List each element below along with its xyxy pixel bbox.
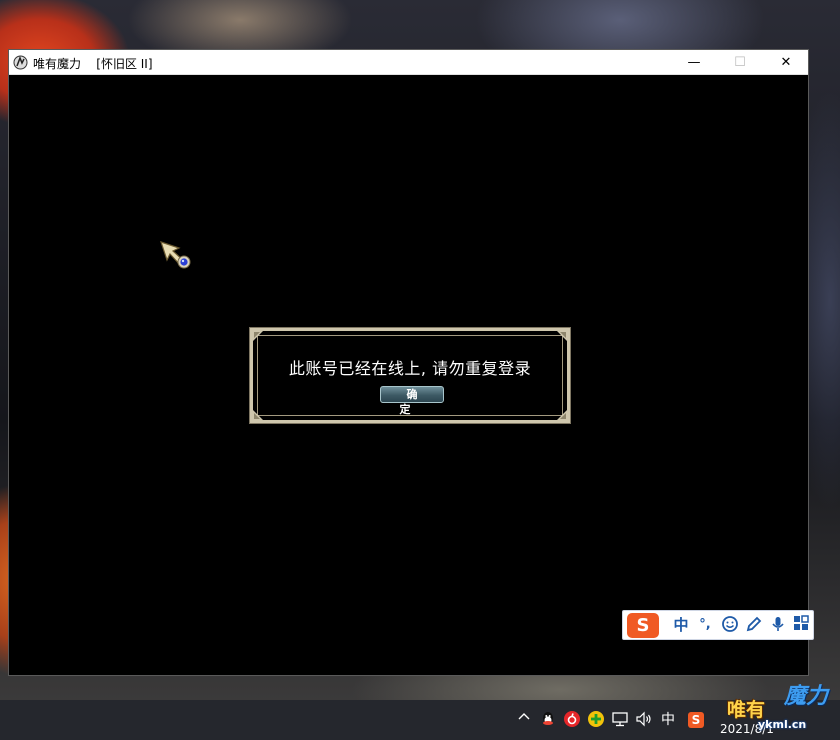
volume-icon[interactable] — [634, 710, 654, 730]
close-button[interactable]: ✕ — [763, 50, 809, 74]
watermark-text-right: 魔力 — [784, 684, 829, 709]
sogou-tray-icon[interactable]: S — [686, 710, 706, 730]
maximize-icon: ☐ — [734, 54, 746, 70]
confirm-button[interactable]: 确定 — [380, 386, 444, 416]
microphone-icon[interactable] — [768, 615, 788, 635]
title-bar[interactable]: 唯有魔力 [怀旧区 II] — ☐ ✕ — [9, 50, 808, 75]
sogou-logo-icon[interactable]: S — [627, 613, 659, 638]
corner-ornament-icon — [252, 409, 264, 421]
emoji-icon[interactable] — [720, 615, 740, 635]
maximize-button[interactable]: ☐ — [717, 50, 763, 74]
pen-icon[interactable] — [744, 615, 764, 635]
corner-ornament-icon — [252, 330, 264, 342]
chevron-up-icon[interactable] — [515, 710, 533, 730]
watermark-url: ykml.cn — [758, 718, 807, 731]
minimize-icon: — — [687, 54, 701, 70]
netease-music-icon[interactable] — [562, 710, 582, 730]
watermark-logo: 唯有 魔力 ykml.cn — [712, 660, 840, 736]
punctuation-toggle[interactable]: °, — [695, 615, 715, 635]
corner-ornament-icon — [556, 330, 568, 342]
game-canvas[interactable]: 此账号已经在线上, 请勿重复登录 确定 — [9, 75, 808, 675]
close-icon: ✕ — [780, 54, 792, 70]
ime-indicator[interactable]: 中 — [659, 710, 677, 730]
login-error-dialog: 此账号已经在线上, 请勿重复登录 确定 — [249, 327, 571, 424]
network-icon[interactable] — [610, 710, 630, 730]
grid-icon[interactable] — [791, 615, 811, 635]
minimize-button[interactable]: — — [671, 50, 717, 74]
window-title: 唯有魔力 [怀旧区 II] — [33, 57, 153, 71]
game-window: 唯有魔力 [怀旧区 II] — ☐ ✕ 此账号已经在线上, 请勿重复登录 确定 — [8, 49, 809, 676]
corner-ornament-icon — [556, 409, 568, 421]
qq-icon[interactable] — [538, 710, 558, 730]
dialog-message: 此账号已经在线上, 请勿重复登录 — [288, 359, 532, 378]
add-icon[interactable] — [586, 710, 606, 730]
ime-toolbar: S 中 °, — [622, 610, 814, 640]
game-cursor-icon — [160, 241, 191, 269]
sogou-tray-glyph: S — [688, 712, 704, 728]
app-icon — [13, 55, 28, 70]
ime-mode-toggle[interactable]: 中 — [671, 615, 691, 635]
